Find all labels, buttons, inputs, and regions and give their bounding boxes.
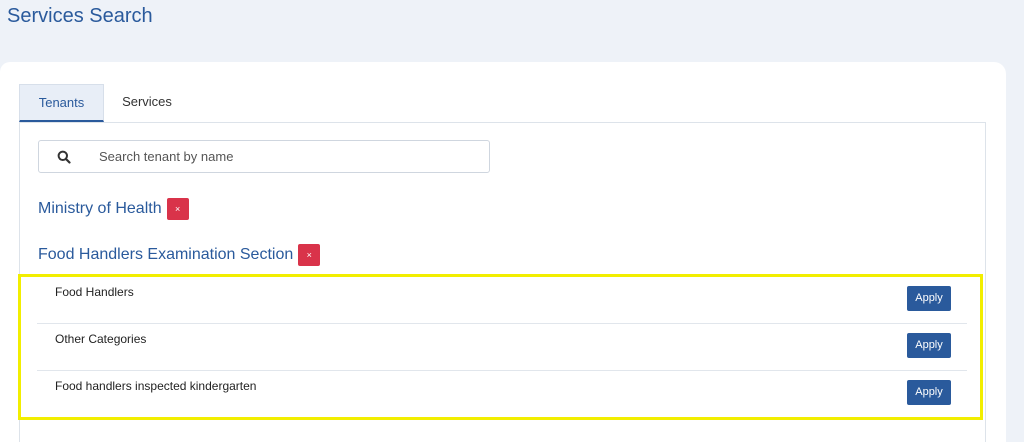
apply-button[interactable]: Apply (907, 333, 951, 358)
services-list: Food Handlers Apply Other Categories App… (18, 274, 983, 420)
services-card: Tenants Services Ministry of Health × Fo… (0, 62, 1006, 442)
service-label: Other Categories (55, 332, 147, 346)
tenant-name: Food Handlers Examination Section (38, 246, 294, 263)
tab-services[interactable]: Services (104, 84, 190, 122)
remove-tenant-button[interactable]: × (298, 244, 321, 266)
list-item: Food Handlers Apply (37, 277, 967, 324)
search-box[interactable] (38, 140, 490, 173)
list-item: Food handlers inspected kindergarten App… (37, 371, 967, 418)
page-title: Services Search (7, 5, 153, 27)
tab-tenants[interactable]: Tenants (19, 84, 104, 122)
page-header: Services Search (0, 0, 1024, 48)
close-icon: × (306, 250, 312, 260)
service-label: Food Handlers (55, 285, 134, 299)
tenant-item: Ministry of Health × (38, 195, 189, 223)
close-icon: × (174, 204, 181, 214)
list-item: Other Categories Apply (37, 324, 967, 371)
apply-button[interactable]: Apply (907, 286, 951, 311)
search-icon (57, 150, 71, 164)
service-label: Food handlers inspected kindergarten (55, 379, 257, 393)
apply-button[interactable]: Apply (907, 380, 951, 405)
tenant-item: Food Handlers Examination Section × (38, 241, 321, 269)
search-input[interactable] (99, 141, 479, 172)
tab-bar: Tenants Services (19, 84, 190, 122)
tenants-panel: Ministry of Health × Food Handlers Exami… (18, 122, 986, 442)
remove-tenant-button[interactable]: × (166, 198, 189, 220)
tenant-name: Ministry of Health (38, 200, 162, 217)
